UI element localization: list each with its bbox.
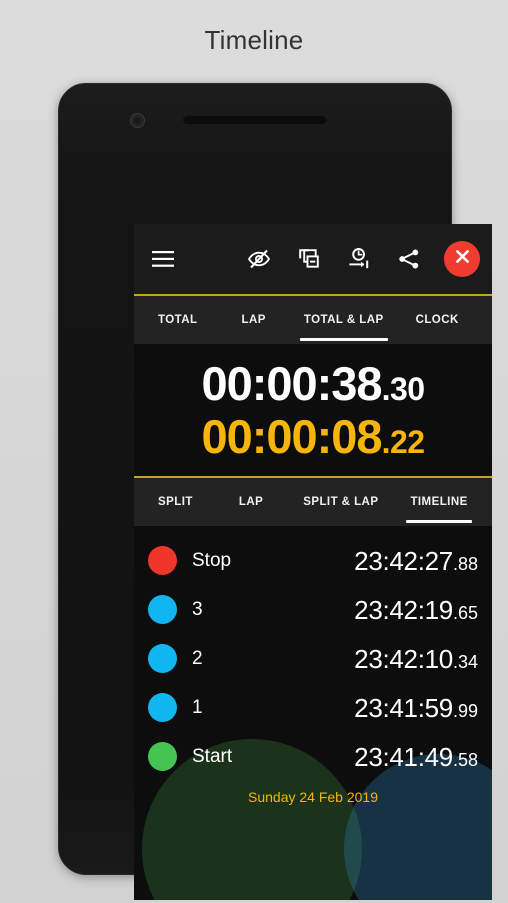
- table-row[interactable]: 1 23:41:59.99: [134, 683, 492, 732]
- earpiece-speaker-grille: [183, 115, 327, 124]
- timeline-row-label: Stop: [192, 549, 232, 571]
- timeline-row-time-fraction: .58: [452, 749, 478, 770]
- tab-lap-list-label: LAP: [238, 496, 264, 508]
- tab-lap-list[interactable]: LAP: [229, 478, 273, 526]
- timeline-row-time-fraction: .34: [452, 651, 478, 672]
- table-row[interactable]: 3 23:42:19.65: [134, 585, 492, 634]
- mode-tab-bar: TOTAL LAP TOTAL & LAP CLOCK: [134, 296, 492, 344]
- copy-remove-icon[interactable]: [294, 244, 324, 274]
- toolbar-actions: [244, 241, 480, 277]
- timer-display-area: 00:00:38.30 00:00:08.22: [134, 344, 492, 476]
- timeline-row-time-main: 23:41:49: [354, 741, 453, 772]
- marker-dot-icon: [148, 546, 177, 575]
- tab-timeline-label: TIMELINE: [410, 496, 468, 508]
- timeline-row-label: 3: [192, 598, 203, 620]
- lap-time-fraction: .22: [381, 424, 425, 460]
- tab-lap[interactable]: LAP: [232, 296, 276, 344]
- list-tab-bar: SPLIT LAP SPLIT & LAP TIMELINE: [134, 478, 492, 526]
- timeline-row-time-fraction: .65: [452, 602, 478, 623]
- timeline-row-time: 23:41:49.58: [354, 744, 478, 770]
- tab-split-and-lap[interactable]: SPLIT & LAP: [293, 478, 388, 526]
- tab-clock[interactable]: CLOCK: [406, 296, 469, 344]
- table-row[interactable]: Start 23:41:49.58: [134, 732, 492, 781]
- timeline-row-time-fraction: .88: [452, 553, 478, 574]
- timeline-row-time: 23:42:19.65: [354, 597, 478, 623]
- timeline-row-time-main: 23:42:10: [354, 643, 453, 674]
- timeline-row-label: 2: [192, 647, 203, 669]
- close-x-icon: [454, 248, 471, 270]
- lap-time-main: 00:00:08: [201, 410, 382, 463]
- timeline-row-time-main: 23:42:19: [354, 594, 453, 625]
- close-button[interactable]: [444, 241, 480, 277]
- tab-total[interactable]: TOTAL: [148, 296, 208, 344]
- table-row[interactable]: Stop 23:42:27.88: [134, 536, 492, 585]
- tab-total-and-lap-label: TOTAL & LAP: [303, 314, 384, 326]
- timeline-row-time: 23:42:27.88: [354, 548, 478, 574]
- session-date: Sunday 24 Feb 2019: [248, 789, 378, 805]
- tab-total-label: TOTAL: [158, 314, 198, 326]
- tab-clock-label: CLOCK: [415, 314, 459, 326]
- tab-split[interactable]: SPLIT: [148, 478, 203, 526]
- marker-dot-icon: [148, 644, 177, 673]
- timeline-row-label: Start: [192, 745, 233, 767]
- total-time-display: 00:00:38.30: [134, 360, 492, 407]
- timeline-row-label: 1: [192, 696, 203, 718]
- share-icon[interactable]: [394, 244, 424, 274]
- marker-dot-icon: [148, 742, 177, 771]
- marker-dot-icon: [148, 693, 177, 722]
- tab-timeline[interactable]: TIMELINE: [400, 478, 477, 526]
- timeline-row-time: 23:41:59.99: [354, 695, 478, 721]
- clock-arrow-end-icon[interactable]: [344, 244, 374, 274]
- table-row[interactable]: 2 23:42:10.34: [134, 634, 492, 683]
- total-time-fraction: .30: [381, 371, 425, 407]
- page-root: Timeline TOTAL LAP TOTAL & LAP CLOCK 00:…: [0, 0, 508, 903]
- marker-dot-icon: [148, 595, 177, 624]
- eye-off-icon[interactable]: [244, 244, 274, 274]
- phone-screen: TOTAL LAP TOTAL & LAP CLOCK 00:00:38.30: [134, 224, 492, 900]
- tab-lap-label: LAP: [241, 314, 266, 326]
- front-camera-icon: [130, 113, 145, 128]
- tab-total-and-lap[interactable]: TOTAL & LAP: [294, 296, 394, 344]
- timeline-row-time: 23:42:10.34: [354, 646, 478, 672]
- phone-device-frame: TOTAL LAP TOTAL & LAP CLOCK 00:00:38.30: [58, 83, 492, 900]
- timeline-row-time-fraction: .99: [452, 700, 478, 721]
- tab-split-and-lap-label: SPLIT & LAP: [303, 496, 379, 508]
- page-title: Timeline: [204, 25, 304, 55]
- timeline-row-time-main: 23:42:27: [354, 545, 453, 576]
- app-toolbar: [134, 224, 492, 294]
- hamburger-menu-icon[interactable]: [148, 244, 178, 274]
- lap-time-display: 00:00:08.22: [134, 413, 492, 460]
- timeline-list: Stop 23:42:27.88 3 23:42:19.65 2 23:42:1…: [134, 526, 492, 805]
- timeline-row-time-main: 23:41:59: [354, 692, 453, 723]
- tab-split-label: SPLIT: [158, 496, 193, 508]
- total-time-main: 00:00:38: [201, 357, 382, 410]
